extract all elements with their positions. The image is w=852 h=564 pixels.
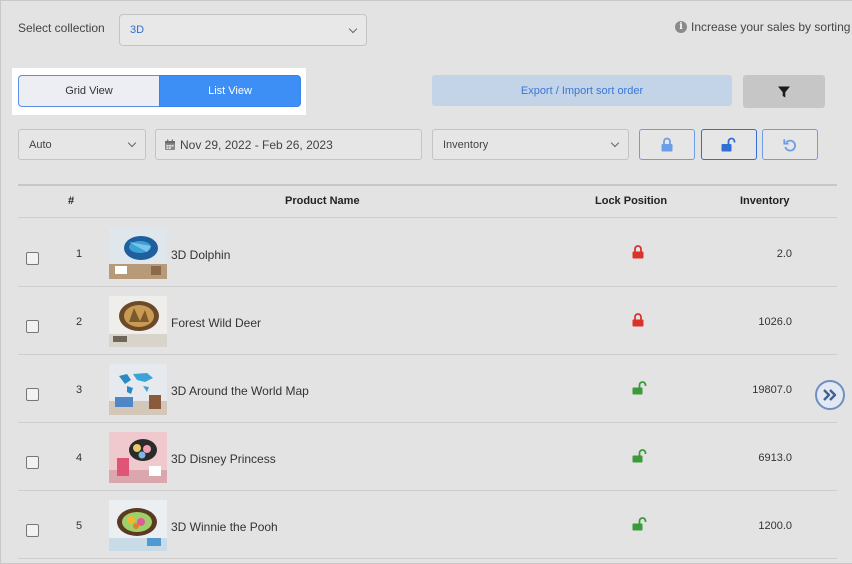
product-name: 3D Around the World Map bbox=[171, 384, 309, 398]
date-range-picker[interactable]: Nov 29, 2022 - Feb 26, 2023 bbox=[155, 129, 422, 160]
sort-field-select[interactable]: Inventory bbox=[432, 129, 629, 160]
lock-icon[interactable] bbox=[632, 245, 644, 262]
filter-icon bbox=[778, 86, 790, 97]
row-number: 5 bbox=[76, 520, 83, 532]
column-header-number: # bbox=[68, 195, 75, 207]
row-checkbox[interactable] bbox=[26, 252, 39, 265]
filter-button[interactable] bbox=[743, 75, 825, 108]
inventory-value: 19807.0 bbox=[752, 384, 792, 396]
column-header-lock-position: Lock Position bbox=[595, 195, 668, 207]
chevron-down-icon bbox=[127, 138, 137, 148]
sort-field-value: Inventory bbox=[443, 138, 489, 151]
inventory-value: 1200.0 bbox=[758, 520, 792, 532]
product-thumbnail bbox=[109, 228, 167, 279]
calendar-icon bbox=[165, 139, 175, 150]
undo-icon bbox=[783, 138, 796, 151]
product-name: 3D Winnie the Pooh bbox=[171, 520, 278, 534]
date-range-value: Nov 29, 2022 - Feb 26, 2023 bbox=[180, 137, 333, 152]
chevron-down-icon bbox=[610, 138, 620, 148]
row-number: 2 bbox=[76, 316, 83, 328]
row-checkbox[interactable] bbox=[26, 320, 39, 333]
collection-select[interactable]: 3D bbox=[119, 14, 367, 46]
unlock-all-button[interactable] bbox=[701, 129, 757, 160]
reset-button[interactable] bbox=[762, 129, 818, 160]
row-checkbox[interactable] bbox=[26, 524, 39, 537]
table-row[interactable]: 1 3D Dolphin 2.0 bbox=[18, 219, 837, 287]
lock-all-button[interactable] bbox=[639, 129, 695, 160]
unlock-icon[interactable] bbox=[632, 449, 648, 466]
product-name: 3D Disney Princess bbox=[171, 452, 276, 466]
product-thumbnail bbox=[109, 364, 167, 415]
column-header-inventory: Inventory bbox=[740, 195, 790, 207]
double-chevron-right-icon bbox=[823, 389, 837, 401]
row-number: 1 bbox=[76, 248, 83, 260]
row-number: 3 bbox=[76, 384, 83, 396]
collection-label: Select collection bbox=[18, 21, 105, 35]
inventory-value: 2.0 bbox=[776, 248, 792, 260]
list-view-button[interactable]: List View bbox=[159, 75, 301, 107]
sort-mode-select[interactable]: Auto bbox=[18, 129, 146, 160]
export-import-button[interactable]: Export / Import sort order bbox=[432, 75, 732, 106]
lock-icon[interactable] bbox=[632, 313, 644, 330]
row-checkbox[interactable] bbox=[26, 388, 39, 401]
info-icon: i bbox=[675, 21, 687, 33]
sort-mode-value: Auto bbox=[29, 138, 52, 151]
inventory-value: 1026.0 bbox=[758, 316, 792, 328]
table-row[interactable]: 3 3D Around the World Map 19807.0 bbox=[18, 355, 837, 423]
column-header-product-name: Product Name bbox=[285, 195, 360, 207]
chevron-down-icon bbox=[348, 24, 358, 33]
row-number: 4 bbox=[76, 452, 83, 464]
unlock-icon[interactable] bbox=[632, 517, 648, 534]
info-banner: i Increase your sales by sorting bbox=[675, 20, 850, 34]
product-name: 3D Dolphin bbox=[171, 248, 231, 262]
product-thumbnail bbox=[109, 432, 167, 483]
collection-value: 3D bbox=[130, 24, 145, 36]
table-row[interactable]: 2 Forest Wild Deer 1026.0 bbox=[18, 287, 837, 355]
unlock-icon[interactable] bbox=[632, 381, 648, 398]
table-header: # Product Name Lock Position Inventory bbox=[18, 186, 837, 218]
lock-icon bbox=[661, 137, 673, 152]
scroll-right-button[interactable] bbox=[815, 380, 845, 410]
inventory-value: 6913.0 bbox=[758, 452, 792, 464]
info-text: Increase your sales by sorting bbox=[691, 20, 851, 34]
table-row[interactable]: 4 3D Disney Princess 6913.0 bbox=[18, 423, 837, 491]
product-name: Forest Wild Deer bbox=[171, 316, 262, 330]
grid-view-button[interactable]: Grid View bbox=[18, 75, 159, 107]
row-checkbox[interactable] bbox=[26, 456, 39, 469]
unlock-icon bbox=[721, 137, 736, 152]
product-thumbnail bbox=[109, 500, 167, 551]
table-row[interactable]: 5 3D Winnie the Pooh 1200.0 bbox=[18, 491, 837, 559]
product-thumbnail bbox=[109, 296, 167, 347]
